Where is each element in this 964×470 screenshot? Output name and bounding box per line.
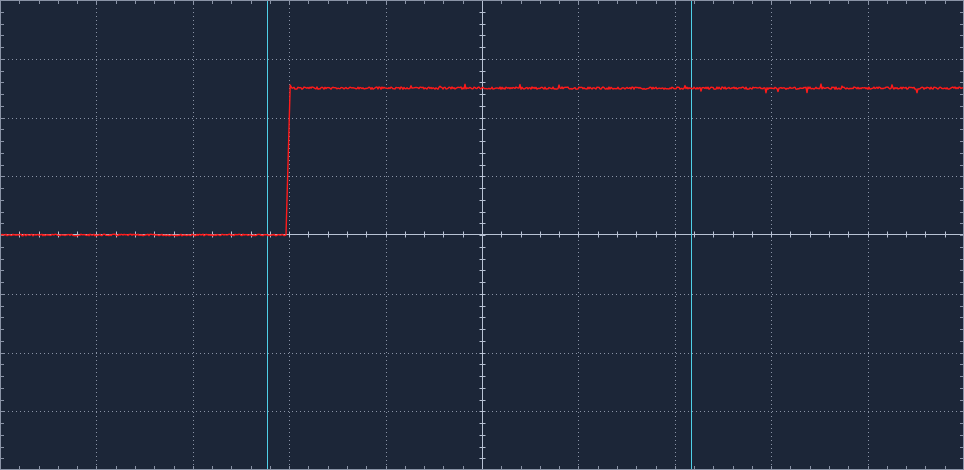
oscilloscope-screen [0,0,964,470]
waveform-display [0,0,964,470]
